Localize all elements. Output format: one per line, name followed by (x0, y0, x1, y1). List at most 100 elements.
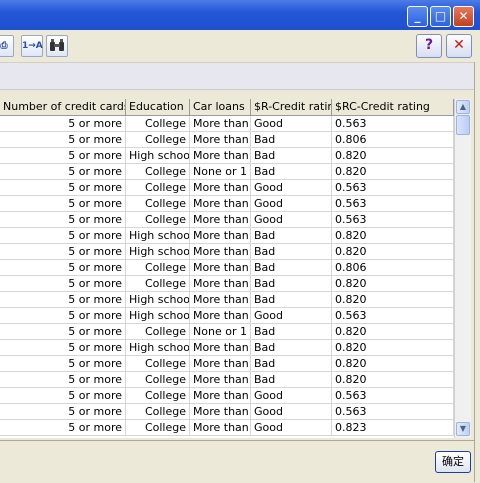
cell-r-credit-rating: Good (251, 404, 332, 420)
cell-car-loans: More than 2 (190, 388, 251, 404)
button-bar: 确定 (0, 440, 474, 483)
table-row[interactable]: 5 or more College None or 1 Bad 0.820 (0, 164, 454, 180)
cell-education: High school (126, 292, 190, 308)
column-header-r-credit-rating[interactable]: $R-Credit rating (251, 99, 332, 116)
table-row[interactable]: 5 or moreCollegeMore than 2Good0.563 (0, 404, 454, 420)
print-icon[interactable]: ⎙ (0, 35, 14, 57)
table-row[interactable]: 5 or moreCollegeMore than 2Good0.563 (0, 212, 454, 228)
cell-education: College (126, 180, 190, 196)
window-edge (474, 62, 480, 482)
table-row[interactable]: 5 or moreHigh schoolMore than 2Bad0.820 (0, 292, 454, 308)
cell-education: High school (126, 244, 190, 260)
vertical-scrollbar[interactable]: ▲ ▼ (454, 99, 471, 438)
close-icon: ✕ (453, 37, 465, 53)
column-header-credit-cards[interactable]: Number of credit cards (0, 99, 126, 116)
cell-education: College (126, 356, 190, 372)
table-row[interactable]: 5 or moreHigh schoolMore than 2Bad0.820 (0, 340, 454, 356)
cell-car-loans: More than 2 (190, 132, 251, 148)
table-row[interactable]: 5 or moreCollegeMore than 2Good0.563 (0, 388, 454, 404)
cell-car-loans: More than 2 (190, 116, 251, 132)
cell-rc-credit-rating: 0.820 (332, 372, 454, 388)
cell-car-loans: More than 2 (190, 276, 251, 292)
table-row[interactable]: 5 or moreCollegeMore than 2Bad0.820 (0, 372, 454, 388)
cell-rc-credit-rating: 0.820 (332, 164, 454, 180)
cell-r-credit-rating: Bad (251, 324, 332, 340)
cell-credit-cards: 5 or more (0, 420, 126, 436)
cell-rc-credit-rating: 0.563 (332, 212, 454, 228)
cell-credit-cards: 5 or more (0, 180, 126, 196)
cell-r-credit-rating: Bad (251, 148, 332, 164)
title-bar: _ □ ✕ (0, 0, 480, 30)
cell-rc-credit-rating: 0.820 (332, 340, 454, 356)
cell-r-credit-rating: Good (251, 180, 332, 196)
cell-education: College (126, 276, 190, 292)
cell-r-credit-rating: Bad (251, 164, 332, 180)
table-row[interactable]: 5 or moreCollegeMore than 2Good0.823 (0, 420, 454, 436)
scroll-down-icon[interactable]: ▼ (456, 422, 470, 436)
column-header-car-loans[interactable]: Car loans (190, 99, 251, 116)
table-row[interactable]: 5 or moreHigh schoolMore than 2Good0.563 (0, 308, 454, 324)
window-close-button[interactable]: ✕ (453, 6, 474, 27)
cell-car-loans: More than 2 (190, 356, 251, 372)
table-row[interactable]: 5 or moreHigh schoolMore than 2Bad0.820 (0, 244, 454, 260)
cell-rc-credit-rating: 0.823 (332, 420, 454, 436)
cell-rc-credit-rating: 0.820 (332, 244, 454, 260)
scroll-up-icon[interactable]: ▲ (456, 100, 470, 114)
column-header-education[interactable]: Education (126, 99, 190, 116)
cell-credit-cards: 5 or more (0, 340, 126, 356)
cell-education: College (126, 324, 190, 340)
scroll-thumb[interactable] (456, 115, 470, 135)
cell-r-credit-rating: Good (251, 212, 332, 228)
maximize-button[interactable]: □ (430, 6, 451, 27)
help-button[interactable]: ? (416, 34, 442, 58)
table-row[interactable]: 5 or moreCollegeMore than 2Bad0.806 (0, 132, 454, 148)
help-icon: ? (424, 37, 434, 53)
cell-rc-credit-rating: 0.563 (332, 180, 454, 196)
cell-education: College (126, 132, 190, 148)
table-row[interactable]: 5 or more College None or 1 Bad 0.820 (0, 324, 454, 340)
cell-car-loans: More than 2 (190, 180, 251, 196)
cell-car-loans: More than 2 (190, 292, 251, 308)
cell-r-credit-rating: Bad (251, 260, 332, 276)
table-row[interactable]: 5 or moreCollegeMore than 2Bad0.806 (0, 260, 454, 276)
cell-education: High school (126, 228, 190, 244)
table-row[interactable]: 5 or moreHigh schoolMore than 2Bad0.820 (0, 148, 454, 164)
cell-rc-credit-rating: 0.806 (332, 132, 454, 148)
minimize-button[interactable]: _ (407, 6, 428, 27)
table-row[interactable]: 5 or moreCollegeMore than 2Good0.563 (0, 180, 454, 196)
table-row[interactable]: 5 or moreHigh schoolMore than 2Bad0.820 (0, 228, 454, 244)
find-binoculars-icon[interactable] (46, 35, 68, 57)
cell-education: College (126, 164, 190, 180)
cell-rc-credit-rating: 0.806 (332, 260, 454, 276)
cell-credit-cards: 5 or more (0, 148, 126, 164)
cell-education: College (126, 260, 190, 276)
cell-r-credit-rating: Good (251, 420, 332, 436)
cell-rc-credit-rating: 0.820 (332, 292, 454, 308)
cell-car-loans: More than 2 (190, 404, 251, 420)
cell-education: College (126, 196, 190, 212)
cell-education: College (126, 372, 190, 388)
close-button[interactable]: ✕ (446, 34, 472, 58)
cell-education: High school (126, 340, 190, 356)
cell-car-loans: More than 2 (190, 420, 251, 436)
table-row[interactable]: 5 or moreCollegeMore than 2Good0.563 (0, 196, 454, 212)
column-header-rc-credit-rating[interactable]: $RC-Credit rating (332, 99, 454, 116)
cell-r-credit-rating: Bad (251, 244, 332, 260)
table-row[interactable]: 5 or moreCollegeMore than 2Bad0.820 (0, 276, 454, 292)
cell-credit-cards: 5 or more (0, 228, 126, 244)
cell-r-credit-rating: Good (251, 116, 332, 132)
cell-credit-cards: 5 or more (0, 116, 126, 132)
cell-credit-cards: 5 or more (0, 244, 126, 260)
cell-credit-cards: 5 or more (0, 164, 126, 180)
table-row[interactable]: 5 or moreCollegeMore than 2Good0.563 (0, 116, 454, 132)
cell-rc-credit-rating: 0.563 (332, 196, 454, 212)
cell-r-credit-rating: Bad (251, 356, 332, 372)
table-row[interactable]: 5 or moreCollegeMore than 2Bad0.820 (0, 356, 454, 372)
cell-credit-cards: 5 or more (0, 292, 126, 308)
cell-rc-credit-rating: 0.820 (332, 356, 454, 372)
ok-button[interactable]: 确定 (435, 451, 471, 473)
cell-car-loans: More than 2 (190, 196, 251, 212)
cell-car-loans: More than 2 (190, 308, 251, 324)
sort-icon[interactable]: 1→A (21, 35, 43, 57)
cell-education: High school (126, 308, 190, 324)
